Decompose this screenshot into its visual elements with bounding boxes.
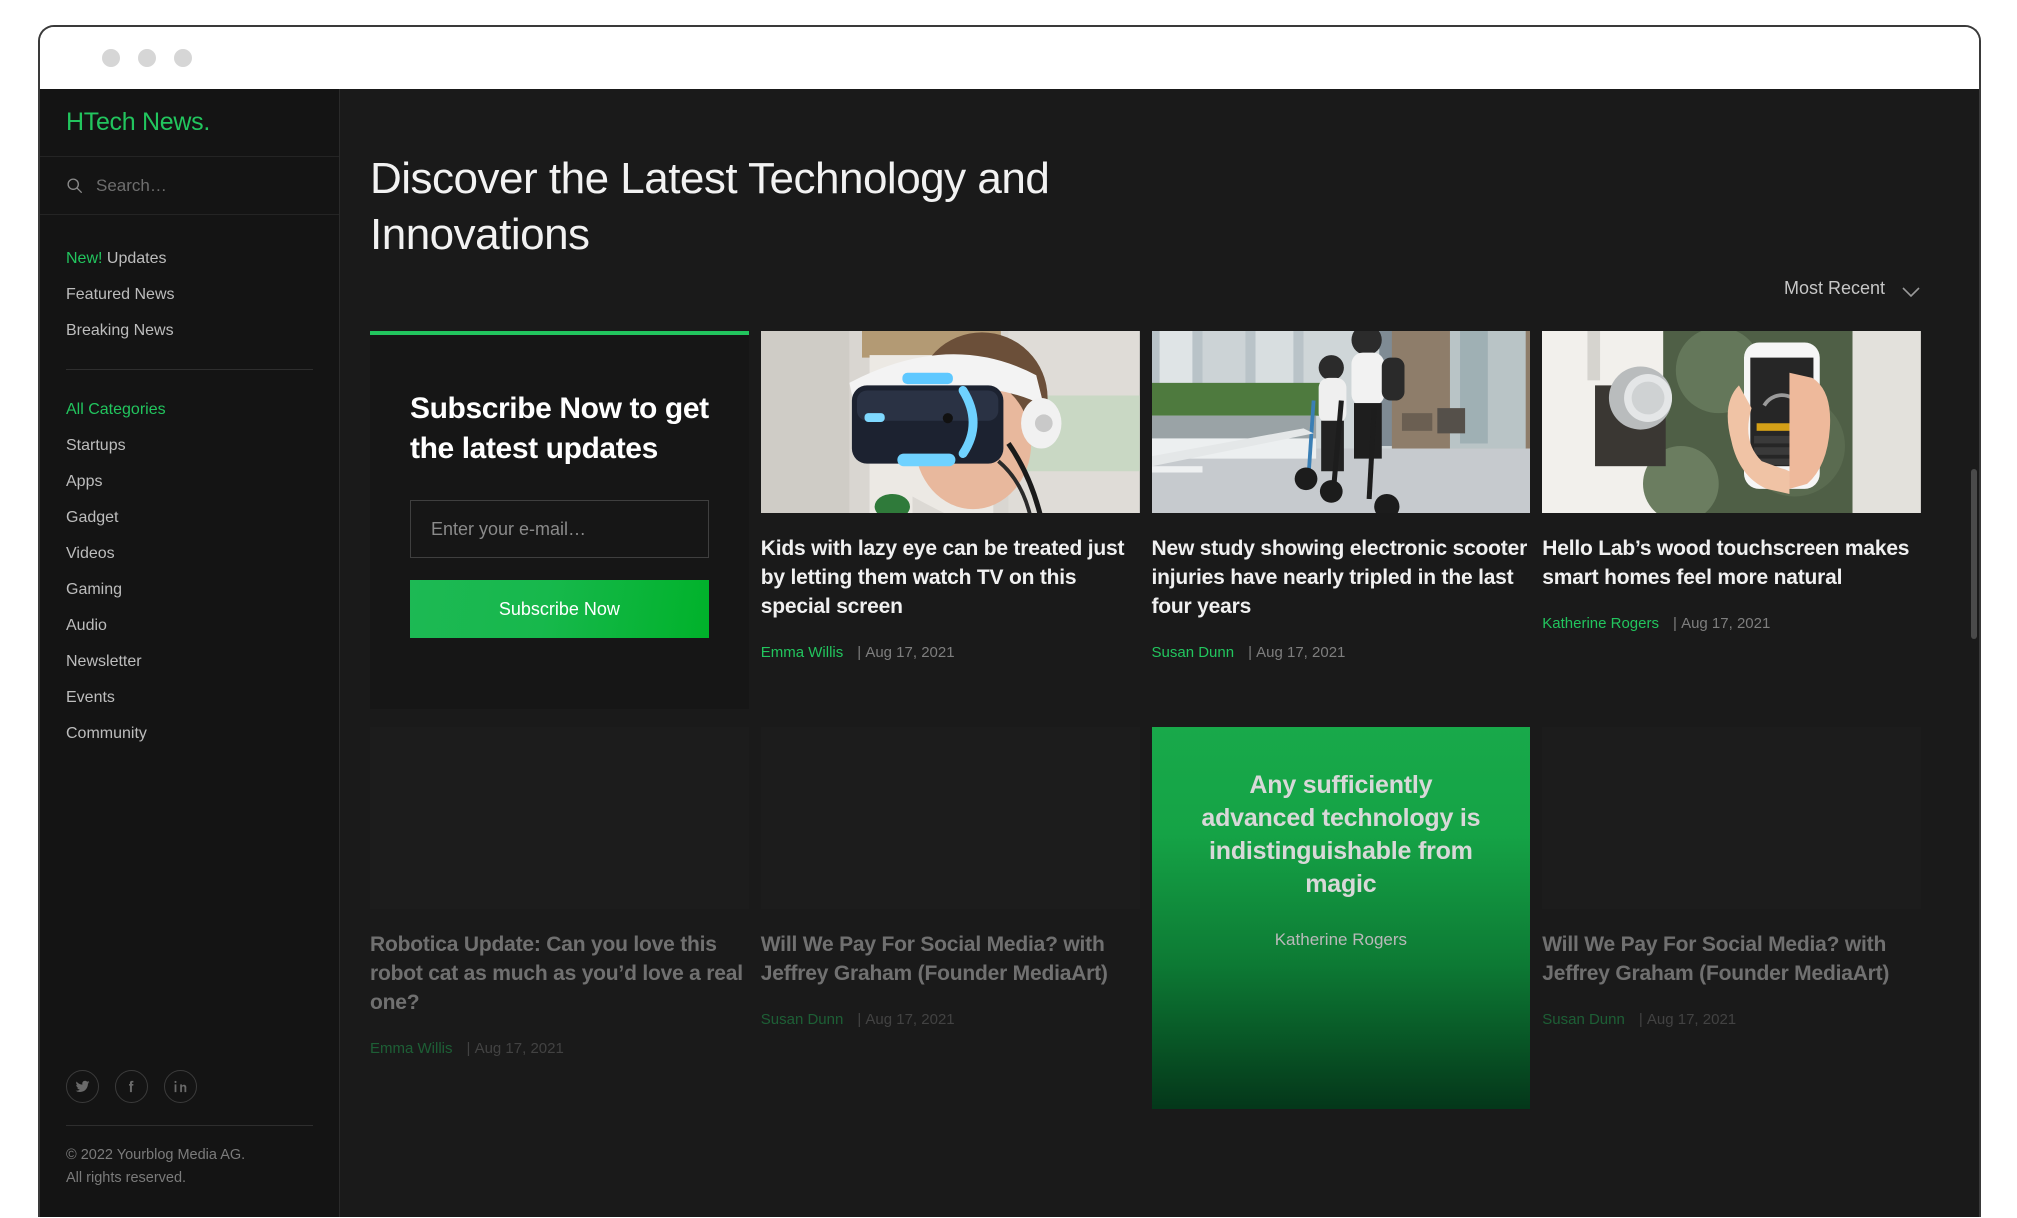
article-title[interactable]: Will We Pay For Social Media? with Jeffr… [1542,931,1921,989]
article-meta: Susan Dunn | Aug 17, 2021 [761,1011,1140,1028]
article-meta: Emma Willis | Aug 17, 2021 [761,644,1140,661]
sidebar-item-apps[interactable]: Apps [40,464,339,500]
copyright-line-2: All rights reserved. [66,1169,187,1186]
sort-dropdown-label: Most Recent [1783,277,1885,298]
sidebar-item-label: Updates [102,250,167,267]
article-date: | Aug 17, 2021 [857,1010,955,1028]
quote-text: Any sufficiently advanced technology is … [1201,770,1481,899]
main-content: Discover the Latest Technology and Innov… [340,89,1979,1217]
article-title[interactable]: Hello Lab’s wood touchscreen makes smart… [1542,535,1921,593]
article-meta: Susan Dunn | Aug 17, 2021 [1542,1011,1921,1028]
article-date: | Aug 17, 2021 [1672,614,1771,632]
sidebar-item-videos[interactable]: Videos [40,536,339,572]
article-title[interactable]: Will We Pay For Social Media? with Jeffr… [761,931,1140,989]
article-thumbnail-placeholder [370,726,749,909]
article-card[interactable]: Kids with lazy eye can be treated just b… [760,330,1140,709]
article-date: | Aug 17, 2021 [466,1039,564,1057]
article-title[interactable]: New study showing electronic scooter inj… [1152,535,1531,622]
linkedin-icon[interactable] [164,1070,197,1104]
quote-author: Katherine Rogers [1274,929,1408,949]
article-author[interactable]: Emma Willis [370,1040,453,1057]
sidebar-footer: © 2022 Yourblog Media AG. All rights res… [40,1070,339,1217]
article-card[interactable]: Hello Lab’s wood touchscreen makes smart… [1542,330,1921,709]
article-meta: Susan Dunn | Aug 17, 2021 [1152,644,1531,661]
article-thumbnail-placeholder [1542,726,1921,909]
brand-row: HTech News. [40,89,339,157]
scrollbar-thumb[interactable] [1971,469,1977,639]
email-field[interactable] [410,500,709,559]
sidebar-item-gaming[interactable]: Gaming [40,572,339,608]
article-meta: Emma Willis | Aug 17, 2021 [370,1040,749,1057]
site-logo[interactable]: HTech News. [66,108,210,137]
article-card[interactable]: New study showing electronic scooter inj… [1151,330,1531,709]
article-title[interactable]: Robotica Update: Can you love this robot… [370,931,749,1018]
page-title: Discover the Latest Technology and Innov… [370,154,1050,260]
subscribe-title: Subscribe Now to get the latest updates [410,391,709,465]
article-title[interactable]: Kids with lazy eye can be treated just b… [761,535,1140,622]
scrollbar-track[interactable] [1971,89,1977,1217]
article-author[interactable]: Susan Dunn [761,1011,844,1028]
article-author[interactable]: Emma Willis [761,644,844,661]
sidebar-item-gadget[interactable]: Gadget [40,500,339,536]
article-meta: Katherine Rogers | Aug 17, 2021 [1542,615,1921,632]
facebook-icon[interactable] [115,1070,148,1104]
window-minimize-button[interactable] [138,49,156,67]
article-thumbnail-electric-scooters [1151,330,1531,513]
article-author[interactable]: Katherine Rogers [1542,615,1659,632]
article-date: | Aug 17, 2021 [1638,1010,1737,1028]
quote-card[interactable]: Any sufficiently advanced technology is … [1151,726,1531,1109]
sidebar-item-newsletter[interactable]: Newsletter [40,644,339,680]
sort-row: Most Recent [370,278,1943,299]
article-date: | Aug 17, 2021 [857,643,955,661]
article-thumbnail-placeholder [760,726,1140,909]
copyright-line-1: © 2022 Yourblog Media AG. [66,1147,246,1164]
articles-grid-row-1: Subscribe Now to get the latest updates … [370,330,1943,709]
browser-window: HTech News. New! Updates Featured News B… [38,25,1981,1217]
search-input[interactable] [96,175,296,196]
browser-titlebar [40,27,1979,89]
app-root: HTech News. New! Updates Featured News B… [40,89,1979,1217]
article-date: | Aug 17, 2021 [1248,643,1346,661]
sidebar-item-breaking-news[interactable]: Breaking News [40,313,339,349]
sidebar-item-events[interactable]: Events [40,680,339,716]
sort-dropdown[interactable]: Most Recent [1784,278,1921,299]
articles-grid-row-2: Robotica Update: Can you love this robot… [370,726,1943,1109]
subscribe-button[interactable]: Subscribe Now [410,580,709,639]
sidebar-item-featured-news[interactable]: Featured News [40,277,339,313]
search-icon [66,177,83,194]
sidebar: HTech News. New! Updates Featured News B… [40,89,340,1217]
social-links [66,1070,313,1104]
article-thumbnail-vr-headset [760,330,1140,513]
new-badge: New! [66,250,103,267]
chevron-down-icon [1901,282,1921,298]
sidebar-item-audio[interactable]: Audio [40,608,339,644]
sidebar-item-startups[interactable]: Startups [40,428,339,464]
article-card[interactable]: Will We Pay For Social Media? with Jeffr… [1542,726,1921,1109]
window-close-button[interactable] [102,49,120,67]
sidebar-nav: New! Updates Featured News Breaking News [40,215,339,353]
search-row[interactable] [40,157,339,215]
sidebar-item-all-categories[interactable]: All Categories [40,392,339,428]
footer-divider [66,1125,313,1127]
sidebar-item-community[interactable]: Community [40,716,339,752]
sidebar-categories: All Categories Startups Apps Gadget Vide… [40,370,339,752]
window-maximize-button[interactable] [174,49,192,67]
article-author[interactable]: Susan Dunn [1152,644,1235,661]
article-card[interactable]: Robotica Update: Can you love this robot… [370,726,749,1109]
twitter-icon[interactable] [66,1070,99,1104]
article-card[interactable]: Will We Pay For Social Media? with Jeffr… [760,726,1140,1109]
article-thumbnail-smart-lock [1542,330,1921,513]
subscribe-card: Subscribe Now to get the latest updates … [370,330,749,709]
sidebar-item-updates[interactable]: New! Updates [40,241,339,277]
article-author[interactable]: Susan Dunn [1542,1011,1625,1028]
